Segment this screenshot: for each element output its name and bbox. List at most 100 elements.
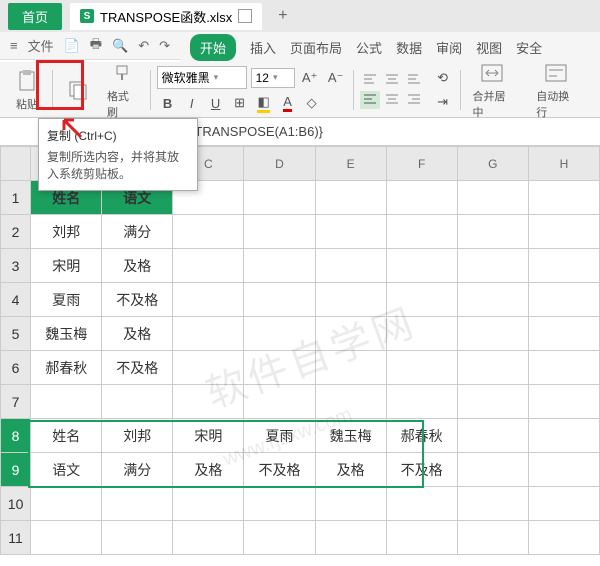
row-header[interactable]: 8 (1, 419, 31, 453)
align-left-icon[interactable] (360, 91, 380, 109)
merge-center-button[interactable]: 合并居中 (467, 60, 519, 120)
cell[interactable] (173, 521, 244, 555)
cell[interactable] (528, 385, 599, 419)
cell[interactable] (102, 385, 173, 419)
tab-view[interactable]: 视图 (476, 38, 502, 57)
new-tab-button[interactable]: + (270, 7, 295, 25)
decrease-font-icon[interactable]: A⁻ (325, 68, 347, 88)
cell[interactable]: 语文 (31, 453, 102, 487)
cell[interactable]: 不及格 (102, 351, 173, 385)
font-color-button[interactable]: A (277, 93, 299, 113)
cell[interactable] (457, 215, 528, 249)
fill-color-button[interactable]: ◧ (253, 93, 275, 113)
cell[interactable]: 姓名 (31, 419, 102, 453)
cell[interactable]: 魏玉梅 (31, 317, 102, 351)
cell[interactable]: 魏玉梅 (315, 419, 386, 453)
preview-icon[interactable]: 🔍 (112, 38, 128, 54)
menu-icon[interactable]: ≡ (10, 38, 18, 53)
cell[interactable] (102, 487, 173, 521)
cell[interactable] (457, 419, 528, 453)
tab-security[interactable]: 安全 (516, 38, 542, 57)
cell[interactable]: 郝春秋 (31, 351, 102, 385)
tab-layout[interactable]: 页面布局 (290, 38, 342, 57)
cell[interactable] (386, 487, 457, 521)
cell[interactable] (386, 283, 457, 317)
increase-font-icon[interactable]: A⁺ (299, 68, 321, 88)
cell[interactable] (173, 351, 244, 385)
cell[interactable] (31, 487, 102, 521)
row-header[interactable]: 9 (1, 453, 31, 487)
redo-icon[interactable]: ↷ (159, 38, 170, 54)
row-header[interactable]: 5 (1, 317, 31, 351)
font-name-select[interactable]: 微软雅黑▾ (157, 66, 247, 89)
cell[interactable] (173, 249, 244, 283)
cell[interactable]: 刘邦 (31, 215, 102, 249)
cell[interactable] (31, 385, 102, 419)
cell[interactable] (528, 317, 599, 351)
col-header[interactable]: G (457, 147, 528, 181)
alignment-group[interactable] (360, 71, 424, 109)
clear-format-button[interactable]: ◇ (301, 93, 323, 113)
cell[interactable] (173, 215, 244, 249)
cell[interactable] (386, 317, 457, 351)
cell[interactable]: 不及格 (244, 453, 315, 487)
cell[interactable] (244, 317, 315, 351)
cell[interactable] (31, 521, 102, 555)
tab-review[interactable]: 审阅 (436, 38, 462, 57)
row-header[interactable]: 2 (1, 215, 31, 249)
spreadsheet-grid[interactable]: A B C D E F G H 1姓名语文 2刘邦满分 3宋明及格 4夏雨不及格… (0, 146, 600, 555)
cell[interactable]: 宋明 (173, 419, 244, 453)
orientation-button[interactable]: ⟲ (432, 68, 454, 88)
cell[interactable] (244, 521, 315, 555)
undo-icon[interactable]: ↶ (138, 38, 149, 54)
cell[interactable] (315, 385, 386, 419)
align-center-icon[interactable] (382, 91, 402, 109)
cell[interactable] (315, 521, 386, 555)
cell[interactable]: 满分 (102, 453, 173, 487)
cell[interactable] (244, 181, 315, 215)
cell[interactable] (315, 249, 386, 283)
cell[interactable]: 夏雨 (244, 419, 315, 453)
row-header[interactable]: 10 (1, 487, 31, 521)
cell[interactable] (457, 317, 528, 351)
italic-button[interactable]: I (181, 93, 203, 113)
format-painter[interactable]: 格式刷 (101, 60, 144, 120)
row-header[interactable]: 11 (1, 521, 31, 555)
cell[interactable] (528, 283, 599, 317)
cell[interactable] (173, 385, 244, 419)
cell[interactable] (244, 215, 315, 249)
col-header[interactable]: D (244, 147, 315, 181)
indent-button[interactable]: ⇥ (432, 92, 454, 112)
row-header[interactable]: 3 (1, 249, 31, 283)
tab-insert[interactable]: 插入 (250, 38, 276, 57)
tab-start[interactable]: 开始 (190, 34, 236, 61)
row-header[interactable]: 4 (1, 283, 31, 317)
font-size-select[interactable]: 12▾ (251, 68, 295, 88)
col-header[interactable]: E (315, 147, 386, 181)
cell[interactable] (528, 487, 599, 521)
cell[interactable]: 夏雨 (31, 283, 102, 317)
underline-button[interactable]: U (205, 93, 227, 113)
cell[interactable]: 宋明 (31, 249, 102, 283)
cell[interactable]: 满分 (102, 215, 173, 249)
home-tab[interactable]: 首页 (8, 3, 62, 30)
cell[interactable]: 及格 (315, 453, 386, 487)
cell[interactable]: 及格 (102, 317, 173, 351)
cell[interactable]: 郝春秋 (386, 419, 457, 453)
align-bottom-icon[interactable] (404, 71, 424, 89)
select-all-corner[interactable] (1, 147, 31, 181)
cell[interactable] (244, 283, 315, 317)
tab-data[interactable]: 数据 (396, 38, 422, 57)
cell[interactable] (244, 385, 315, 419)
cell[interactable] (457, 249, 528, 283)
cell[interactable]: 及格 (173, 453, 244, 487)
tab-formula[interactable]: 公式 (356, 38, 382, 57)
align-right-icon[interactable] (404, 91, 424, 109)
cell[interactable] (315, 317, 386, 351)
cell[interactable] (386, 351, 457, 385)
cell[interactable] (386, 215, 457, 249)
cell[interactable] (173, 487, 244, 521)
col-header[interactable]: F (386, 147, 457, 181)
cell[interactable] (528, 249, 599, 283)
cell[interactable]: 不及格 (386, 453, 457, 487)
